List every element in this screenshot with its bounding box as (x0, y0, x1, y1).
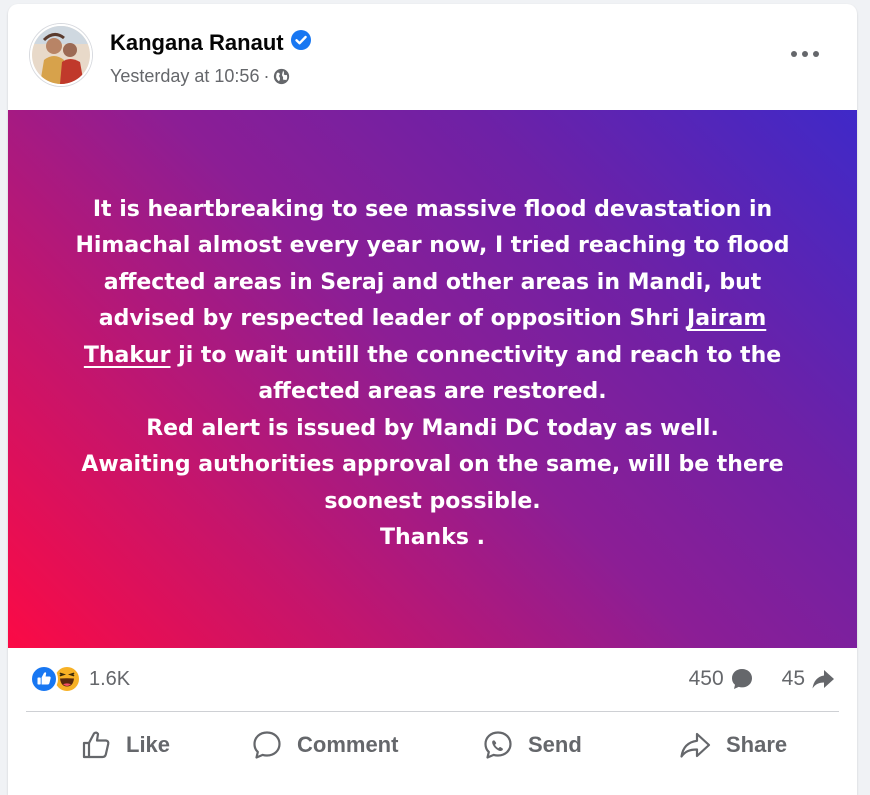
reactions-summary[interactable]: 1.6K (30, 665, 130, 693)
share-arrow-icon (812, 670, 834, 689)
like-button[interactable]: Like (80, 716, 170, 774)
post-card: Kangana Ranaut Yesterday at 10:56 · It i… (8, 4, 857, 795)
post-header: Kangana Ranaut Yesterday at 10:56 · (8, 4, 857, 110)
post-text-thanks: Thanks . (380, 525, 485, 550)
share-icon (680, 732, 711, 758)
like-label: Like (126, 732, 171, 757)
shares-count[interactable]: 45 (782, 667, 805, 691)
comment-icon (253, 731, 281, 759)
more-options-icon (791, 51, 819, 57)
actions-divider (26, 711, 839, 712)
share-label: Share (726, 732, 788, 757)
post-body-text: It is heartbreaking to see massive flood… (53, 192, 813, 557)
post-text-intro: It is heartbreaking to see massive flood… (75, 196, 790, 332)
comment-bubble-icon (731, 669, 752, 689)
meta-separator: · (263, 66, 270, 86)
post-text-awaiting: Awaiting authorities approval on the sam… (81, 452, 784, 514)
post-text-alert: Red alert is issued by Mandi DC today as… (146, 415, 719, 441)
post-timestamp[interactable]: Yesterday at 10:56 (110, 66, 259, 87)
share-button[interactable]: Share (678, 716, 787, 774)
more-options-button[interactable] (782, 34, 828, 74)
comment-label: Comment (297, 732, 399, 757)
post-text-background: It is heartbreaking to see massive flood… (8, 110, 857, 648)
globe-icon[interactable] (273, 68, 290, 85)
post-actions-bar: Like Comment Send Share (8, 716, 857, 774)
engagement-stats: 450 45 (689, 667, 835, 691)
send-label: Send (528, 732, 582, 757)
verified-badge-icon (290, 30, 311, 56)
comments-count[interactable]: 450 (689, 667, 724, 691)
reactions-count[interactable]: 1.6K (89, 668, 130, 691)
author-avatar[interactable] (30, 24, 92, 86)
post-text-continued: ji to wait untill the connectivity and r… (170, 342, 782, 405)
comment-button[interactable]: Comment (251, 716, 398, 774)
send-button[interactable]: Send (482, 716, 582, 774)
like-icon (82, 731, 110, 759)
author-name[interactable]: Kangana Ranaut (110, 30, 284, 56)
messenger-icon (484, 731, 512, 759)
like-reaction-icon (30, 665, 58, 693)
post-stats-bar: 1.6K 450 45 (8, 656, 857, 706)
